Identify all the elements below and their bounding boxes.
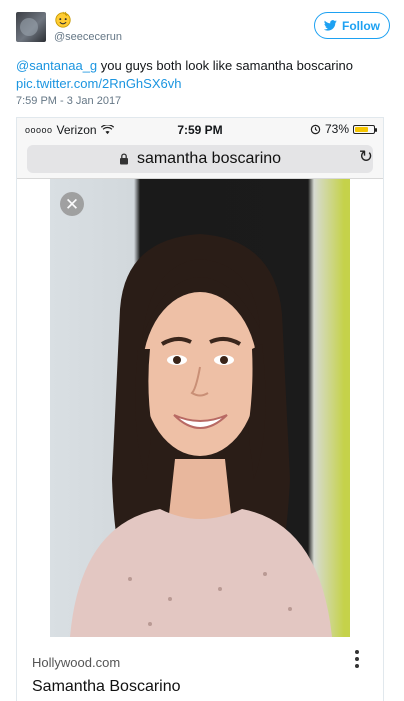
- tweet-timestamp[interactable]: 7:59 PM - 3 Jan 2017: [16, 95, 121, 107]
- mention-link[interactable]: @santanaa_g: [16, 58, 97, 73]
- image-viewer: ✕: [17, 179, 383, 639]
- portrait-illustration: [70, 234, 332, 637]
- alarm-icon: [310, 124, 321, 134]
- address-bar[interactable]: samantha boscarino: [27, 145, 373, 173]
- lock-icon: [119, 153, 128, 165]
- tweet-text: @santanaa_g you guys both look like sama…: [16, 57, 396, 93]
- close-icon[interactable]: ✕: [60, 192, 84, 216]
- follow-label: Follow: [342, 18, 380, 33]
- result-title[interactable]: Samantha Boscarino: [32, 678, 181, 696]
- result-photo[interactable]: ✕: [50, 179, 350, 637]
- reload-icon[interactable]: ↻: [359, 147, 373, 167]
- user-handle[interactable]: @seececerun: [54, 31, 122, 43]
- battery-icon: [353, 124, 377, 134]
- media-link[interactable]: pic.twitter.com/2RnGhSX6vh: [16, 76, 181, 91]
- follow-button[interactable]: Follow: [314, 12, 390, 39]
- status-right: 73%: [310, 122, 377, 136]
- browser-toolbar: samantha boscarino ↻: [17, 142, 383, 179]
- battery-percent: 73%: [324, 122, 349, 136]
- tweet-body: you guys both look like samantha boscari…: [97, 58, 353, 73]
- status-bar: ooooo Verizon 7:59 PM 73%: [17, 118, 383, 142]
- result-source[interactable]: Hollywood.com: [32, 655, 120, 670]
- embedded-screenshot[interactable]: ooooo Verizon 7:59 PM 73% samantha bosca…: [16, 117, 384, 701]
- more-options-icon[interactable]: [353, 650, 361, 668]
- smiley-emoji-icon: [55, 11, 71, 28]
- url-text: samantha boscarino: [136, 150, 282, 167]
- avatar[interactable]: [16, 12, 46, 42]
- twitter-bird-icon: [324, 20, 337, 31]
